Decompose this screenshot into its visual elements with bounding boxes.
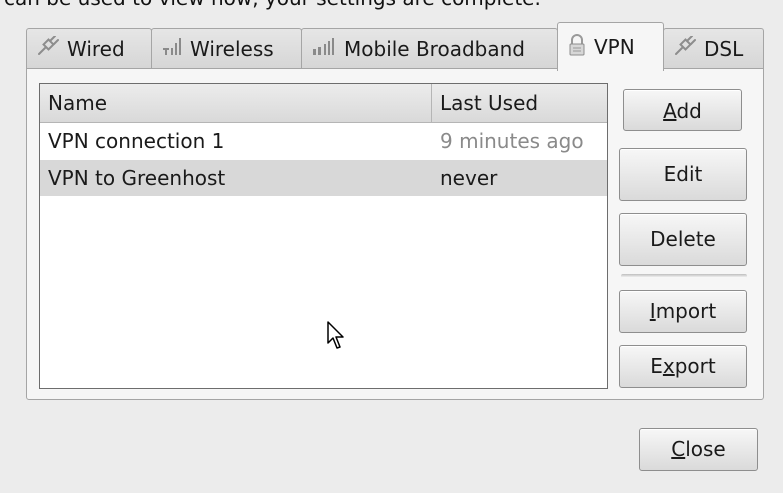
tab-label: Wired — [67, 36, 125, 61]
lock-icon — [568, 33, 586, 61]
tab-mobile-broadband[interactable]: Mobile Broadband — [301, 28, 558, 68]
delete-button[interactable]: Delete — [619, 213, 747, 266]
plug-icon — [674, 35, 696, 61]
tab-label: VPN — [594, 35, 635, 59]
connection-name: VPN connection 1 — [48, 129, 225, 153]
list-header: Name Last Used — [40, 84, 607, 123]
mnemonic: x — [662, 354, 675, 378]
export-button[interactable]: Export — [619, 345, 747, 388]
connection-last-used: never — [440, 166, 498, 190]
separator — [621, 274, 747, 278]
connection-last-used: 9 minutes ago — [440, 129, 584, 153]
mnemonic: A — [663, 99, 677, 123]
tab-label: DSL — [704, 36, 744, 61]
table-row[interactable]: VPN to Greenhost never — [40, 160, 607, 196]
mobile-signal-icon — [312, 36, 336, 61]
column-header-last-used[interactable]: Last Used — [432, 84, 607, 122]
close-button[interactable]: Close — [639, 428, 758, 471]
tab-label: Mobile Broadband — [344, 36, 525, 61]
tab-dsl[interactable]: DSL — [663, 28, 764, 68]
mouse-pointer-icon — [327, 321, 347, 356]
wireless-signal-icon — [162, 36, 182, 61]
tab-wireless[interactable]: Wireless — [151, 28, 302, 68]
tab-vpn[interactable]: VPN — [557, 22, 664, 71]
mnemonic: C — [671, 437, 686, 461]
vpn-connection-list[interactable]: Name Last Used VPN connection 1 9 minute… — [39, 83, 608, 389]
import-button[interactable]: Import — [619, 290, 747, 333]
edit-button[interactable]: Edit — [619, 148, 747, 201]
connection-name: VPN to Greenhost — [48, 166, 226, 190]
tab-label: Wireless — [190, 36, 274, 61]
table-row[interactable]: VPN connection 1 9 minutes ago — [40, 123, 607, 159]
tab-wired[interactable]: Wired — [26, 28, 152, 68]
column-header-name[interactable]: Name — [40, 84, 431, 122]
plug-icon — [37, 35, 59, 61]
add-button[interactable]: Add — [623, 89, 742, 131]
connection-type-tabs: Wired Wireless Mobile Broadband VPN DSL — [0, 0, 783, 71]
